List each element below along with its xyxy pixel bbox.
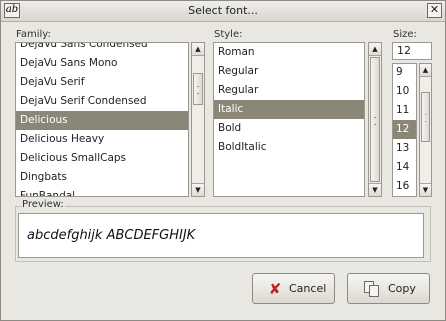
family-item[interactable]: DejaVu Serif (16, 73, 188, 92)
select-font-dialog: ab Select font... ✕ Family: DejaVu Sans … (0, 0, 446, 321)
size-item[interactable]: 9 (393, 64, 416, 82)
size-item[interactable]: 10 (393, 82, 416, 101)
family-label: Family: (16, 29, 51, 40)
family-scroll-thumb[interactable] (193, 73, 203, 105)
style-item[interactable]: Regular (214, 62, 364, 81)
size-label: Size: (393, 29, 417, 40)
size-scroll-thumb[interactable] (421, 92, 430, 142)
style-item[interactable]: BoldItalic (214, 138, 364, 157)
copy-button[interactable]: Copy (347, 273, 430, 304)
size-item[interactable]: 16 (393, 177, 416, 196)
window-title: Select font... (188, 4, 258, 17)
style-item[interactable]: Bold (214, 119, 364, 138)
scroll-down-arrow-icon[interactable]: ▼ (192, 183, 204, 196)
family-item[interactable]: FunBandal (16, 187, 188, 196)
size-item[interactable]: 13 (393, 139, 416, 158)
family-item[interactable]: DejaVu Sans Mono (16, 54, 188, 73)
style-label: Style: (214, 29, 243, 40)
cancel-button-label: Cancel (289, 282, 327, 295)
scroll-down-arrow-icon[interactable]: ▼ (369, 183, 381, 196)
family-item-selected[interactable]: Delicious (16, 111, 188, 130)
copy-button-label: Copy (388, 282, 416, 295)
family-item[interactable]: Dingbats (16, 168, 188, 187)
preview-text[interactable]: abcdefghijk ABCDEFGHIJK (18, 213, 424, 258)
style-item[interactable]: Regular (214, 81, 364, 100)
style-list[interactable]: Roman Regular Regular Italic Bold BoldIt… (213, 42, 365, 197)
size-item[interactable]: 14 (393, 158, 416, 177)
title-bar[interactable]: ab Select font... ✕ (1, 1, 445, 22)
family-item[interactable]: DejaVu Serif Condensed (16, 92, 188, 111)
size-list[interactable]: 9 10 11 12 13 14 16 (392, 63, 417, 197)
style-scroll-thumb[interactable] (370, 57, 380, 182)
size-input[interactable]: 12 (392, 42, 432, 60)
size-scrollbar[interactable]: ▲ ▼ (419, 63, 432, 197)
scroll-up-arrow-icon[interactable]: ▲ (420, 64, 431, 77)
family-list[interactable]: DejaVu Sans Condensed DejaVu Sans Mono D… (15, 42, 189, 197)
style-scrollbar[interactable]: ▲ ▼ (368, 42, 382, 197)
size-item-selected[interactable]: 12 (393, 120, 416, 139)
family-scrollbar[interactable]: ▲ ▼ (191, 42, 205, 197)
copy-icon (364, 281, 380, 297)
scroll-up-arrow-icon[interactable]: ▲ (192, 43, 204, 56)
family-item[interactable]: Delicious SmallCaps (16, 149, 188, 168)
x-icon: ✘ (268, 280, 282, 298)
scroll-down-arrow-icon[interactable]: ▼ (420, 183, 431, 196)
style-item[interactable]: Roman (214, 43, 364, 62)
preview-label: Preview: (21, 199, 65, 210)
scroll-up-arrow-icon[interactable]: ▲ (369, 43, 381, 56)
cancel-button[interactable]: ✘ Cancel (252, 273, 335, 304)
family-item[interactable]: DejaVu Sans Condensed (16, 43, 188, 54)
close-icon[interactable]: ✕ (427, 3, 442, 18)
style-item-selected[interactable]: Italic (214, 100, 364, 119)
family-item[interactable]: Delicious Heavy (16, 130, 188, 149)
size-item[interactable]: 11 (393, 101, 416, 120)
